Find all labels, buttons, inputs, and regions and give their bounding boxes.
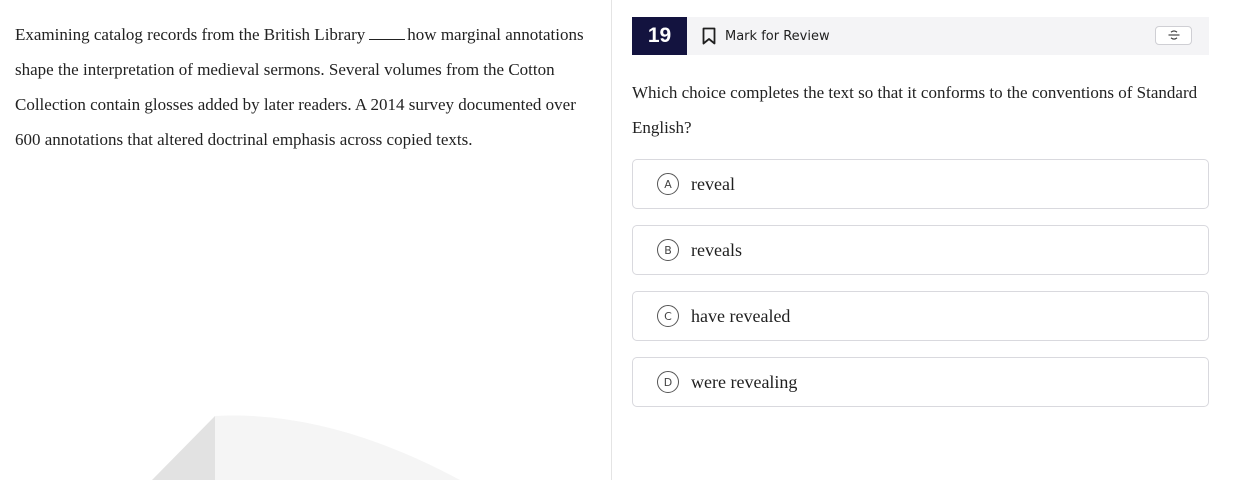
passage-text-before-blank: Examining catalog records from the Briti… — [15, 25, 366, 44]
choice-letter-b: B — [657, 239, 679, 261]
question-prompt: Which choice completes the text so that … — [632, 83, 1198, 137]
question-number: 19 — [632, 17, 687, 55]
mark-for-review-label: Mark for Review — [725, 28, 830, 44]
choice-text-d: were revealing — [691, 371, 798, 392]
answer-choice-a[interactable]: A reveal — [632, 159, 1209, 209]
choice-text-a: reveal — [691, 173, 735, 194]
passage-blank — [369, 25, 406, 40]
bookmark-icon — [702, 27, 716, 45]
choice-letter-c: C — [657, 305, 679, 327]
pane-divider[interactable] — [611, 0, 612, 480]
answer-choice-b[interactable]: B reveals — [632, 225, 1209, 275]
answer-choice-c[interactable]: C have revealed — [632, 291, 1209, 341]
mark-for-review-button[interactable]: Mark for Review — [702, 17, 830, 55]
choice-text-b: reveals — [691, 239, 742, 260]
answer-choice-d[interactable]: D were revealing — [632, 357, 1209, 407]
choice-letter-d: D — [657, 371, 679, 393]
choice-letter-a: A — [657, 173, 679, 195]
strikethrough-icon — [1167, 26, 1181, 45]
choice-text-c: have revealed — [691, 305, 791, 326]
question-header: 19 Mark for Review — [632, 17, 1209, 55]
passage-text: Examining catalog records from the Briti… — [15, 17, 585, 157]
passage-pane: Examining catalog records from the Briti… — [0, 0, 611, 480]
strikethrough-toggle-button[interactable] — [1155, 26, 1192, 45]
